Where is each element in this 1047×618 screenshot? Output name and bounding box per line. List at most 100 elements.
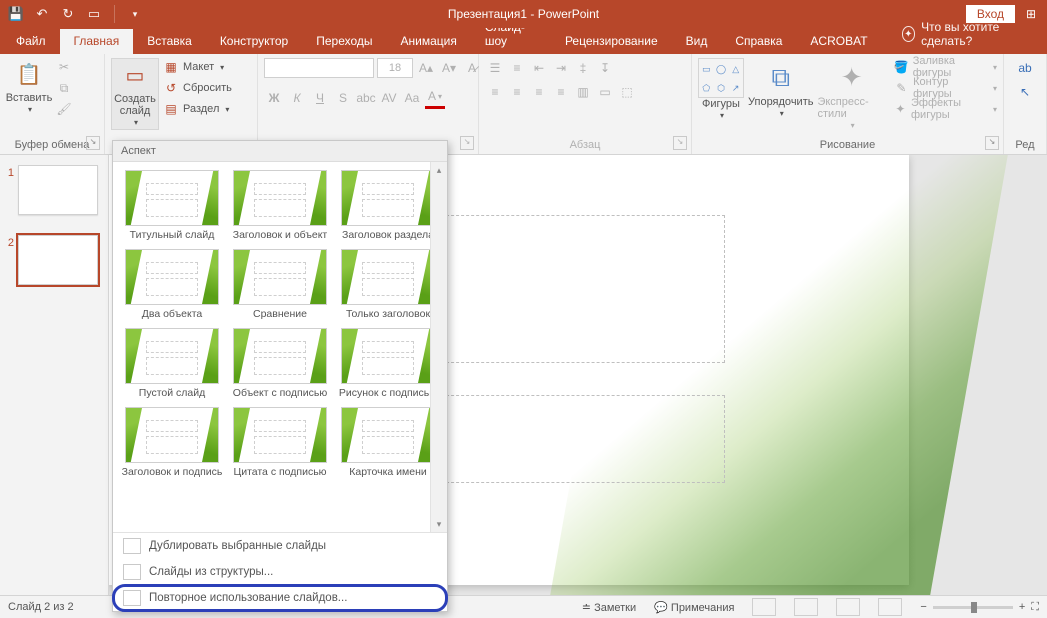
fit-to-window-icon[interactable]: ⛶	[1031, 601, 1039, 614]
redo-icon[interactable]: ↻	[60, 6, 76, 22]
normal-view-button[interactable]	[752, 598, 776, 616]
undo-icon[interactable]: ↶	[34, 6, 50, 22]
arrange-button[interactable]: ⧉ Упорядочить	[748, 58, 813, 120]
section-button[interactable]: ▤Раздел	[163, 100, 232, 118]
new-slide-button[interactable]: ▭ Создать слайд	[111, 58, 159, 130]
reuse-slides-menuitem[interactable]: Повторное использование слайдов...	[113, 585, 447, 611]
align-center-button[interactable]: ≡	[507, 82, 527, 102]
layout-option[interactable]: Рисунок с подписью	[337, 328, 439, 399]
layout-option[interactable]: Объект с подписью	[229, 328, 331, 399]
select-icon[interactable]: ↖	[1015, 82, 1035, 102]
align-text-button[interactable]: ▭	[595, 82, 615, 102]
save-icon[interactable]: 💾	[8, 6, 24, 22]
thumbnail-2[interactable]: 2	[0, 233, 108, 287]
layout-option[interactable]: Карточка имени	[337, 407, 439, 478]
group-drawing-label: Рисование ↘	[698, 137, 997, 152]
change-case-button[interactable]: Aa	[402, 88, 422, 108]
zoom-control[interactable]: − + ⛶	[920, 601, 1039, 614]
shape-outline-button[interactable]: ✎Контур фигуры	[894, 79, 997, 97]
layout-option[interactable]: Только заголовок	[337, 249, 439, 320]
tab-transitions[interactable]: Переходы	[302, 29, 386, 54]
tab-review[interactable]: Рецензирование	[551, 29, 672, 54]
thumbnail-1[interactable]: 1	[0, 163, 108, 217]
comments-button[interactable]: 💬 Примечания	[654, 601, 734, 614]
decrease-indent-button[interactable]: ⇤	[529, 58, 549, 78]
tab-file[interactable]: Файл	[2, 29, 60, 54]
layout-option[interactable]: Заголовок и объект	[229, 170, 331, 241]
tab-help[interactable]: Справка	[721, 29, 796, 54]
layout-option[interactable]: Цитата с подписью	[229, 407, 331, 478]
font-name-input[interactable]	[264, 58, 374, 78]
layout-button[interactable]: ▦Макет	[163, 58, 232, 76]
smartart-button[interactable]: ⬚	[617, 82, 637, 102]
layout-label: Титульный слайд	[130, 229, 215, 241]
slideshow-view-button[interactable]	[878, 598, 902, 616]
tab-design[interactable]: Конструктор	[206, 29, 302, 54]
justify-button[interactable]: ≡	[551, 82, 571, 102]
thumb-preview	[18, 165, 98, 215]
tab-insert[interactable]: Вставка	[133, 29, 206, 54]
tab-home[interactable]: Главная	[60, 29, 134, 54]
text-direction-button[interactable]: ↧	[595, 58, 615, 78]
layout-option[interactable]: Заголовок раздела	[337, 170, 439, 241]
slides-from-outline-menuitem[interactable]: Слайды из структуры...	[113, 559, 447, 585]
align-right-button[interactable]: ≡	[529, 82, 549, 102]
scroll-up-icon[interactable]: ▴	[431, 162, 447, 178]
group-paragraph: ☰ ≡ ⇤ ⇥ ‡ ↧ ≡ ≡ ≡ ≡ ▥ ▭ ⬚ Абзац	[479, 54, 692, 154]
shape-effects-button[interactable]: ✦Эффекты фигуры	[894, 100, 997, 118]
zoom-slider[interactable]	[933, 606, 1013, 609]
strikethrough-button[interactable]: abc	[356, 88, 376, 108]
duplicate-slides-menuitem[interactable]: Дублировать выбранные слайды	[113, 533, 447, 559]
layout-option[interactable]: Сравнение	[229, 249, 331, 320]
italic-button[interactable]: К	[287, 88, 307, 108]
drawing-dialog-launcher[interactable]: ↘	[985, 136, 999, 150]
cut-button[interactable]: ✂	[56, 58, 72, 76]
align-left-button[interactable]: ≡	[485, 82, 505, 102]
shape-fill-button[interactable]: 🪣Заливка фигуры	[894, 58, 997, 76]
zoom-out-icon[interactable]: −	[920, 601, 926, 613]
scroll-down-icon[interactable]: ▾	[431, 516, 447, 532]
thumb-number: 1	[4, 165, 14, 179]
layout-option[interactable]: Титульный слайд	[121, 170, 223, 241]
numbering-button[interactable]: ≡	[507, 58, 527, 78]
gallery-scrollbar[interactable]: ▴ ▾	[430, 162, 447, 532]
notes-button[interactable]: ≐ Заметки	[582, 601, 636, 614]
paste-label: Вставить	[6, 92, 53, 104]
font-dialog-launcher[interactable]: ↘	[460, 136, 474, 150]
font-color-button[interactable]: A	[425, 86, 445, 109]
font-size-input[interactable]	[377, 58, 413, 78]
underline-button[interactable]: Ч	[310, 88, 330, 108]
layout-thumb	[125, 407, 219, 463]
shapes-button[interactable]: ▭◯△⬠⬡↗ Фигуры	[698, 58, 744, 122]
tab-acrobat[interactable]: ACROBAT	[796, 29, 881, 54]
zoom-in-icon[interactable]: +	[1019, 601, 1025, 613]
paragraph-dialog-launcher[interactable]: ↘	[673, 136, 687, 150]
char-spacing-button[interactable]: AV	[379, 88, 399, 108]
quick-styles-button[interactable]: ✦ Экспресс-стили	[817, 58, 885, 132]
tab-animations[interactable]: Анимация	[387, 29, 471, 54]
qat-customize-icon[interactable]: ▾	[127, 6, 143, 22]
columns-button[interactable]: ▥	[573, 82, 593, 102]
layout-option[interactable]: Заголовок и подпись	[121, 407, 223, 478]
increase-font-icon[interactable]: A▴	[416, 58, 436, 78]
find-icon[interactable]: ab	[1015, 58, 1035, 78]
start-from-beginning-icon[interactable]: ▭	[86, 6, 102, 22]
increase-indent-button[interactable]: ⇥	[551, 58, 571, 78]
sorter-view-button[interactable]	[794, 598, 818, 616]
bold-button[interactable]: Ж	[264, 88, 284, 108]
tell-me-search[interactable]: ✦ Что вы хотите сделать?	[888, 15, 1045, 54]
clipboard-dialog-launcher[interactable]: ↘	[86, 136, 100, 150]
reading-view-button[interactable]	[836, 598, 860, 616]
bullets-button[interactable]: ☰	[485, 58, 505, 78]
paste-button[interactable]: 📋 Вставить	[6, 58, 52, 116]
shadow-button[interactable]: S	[333, 88, 353, 108]
layout-option[interactable]: Два объекта	[121, 249, 223, 320]
layout-option[interactable]: Пустой слайд	[121, 328, 223, 399]
decrease-font-icon[interactable]: A▾	[439, 58, 459, 78]
line-spacing-button[interactable]: ‡	[573, 58, 593, 78]
reset-button[interactable]: ↺Сбросить	[163, 79, 232, 97]
tab-view[interactable]: Вид	[672, 29, 722, 54]
copy-button[interactable]: ⧉	[56, 79, 72, 97]
layout-thumb	[233, 249, 327, 305]
format-painter-button[interactable]: 🖌	[56, 100, 72, 118]
